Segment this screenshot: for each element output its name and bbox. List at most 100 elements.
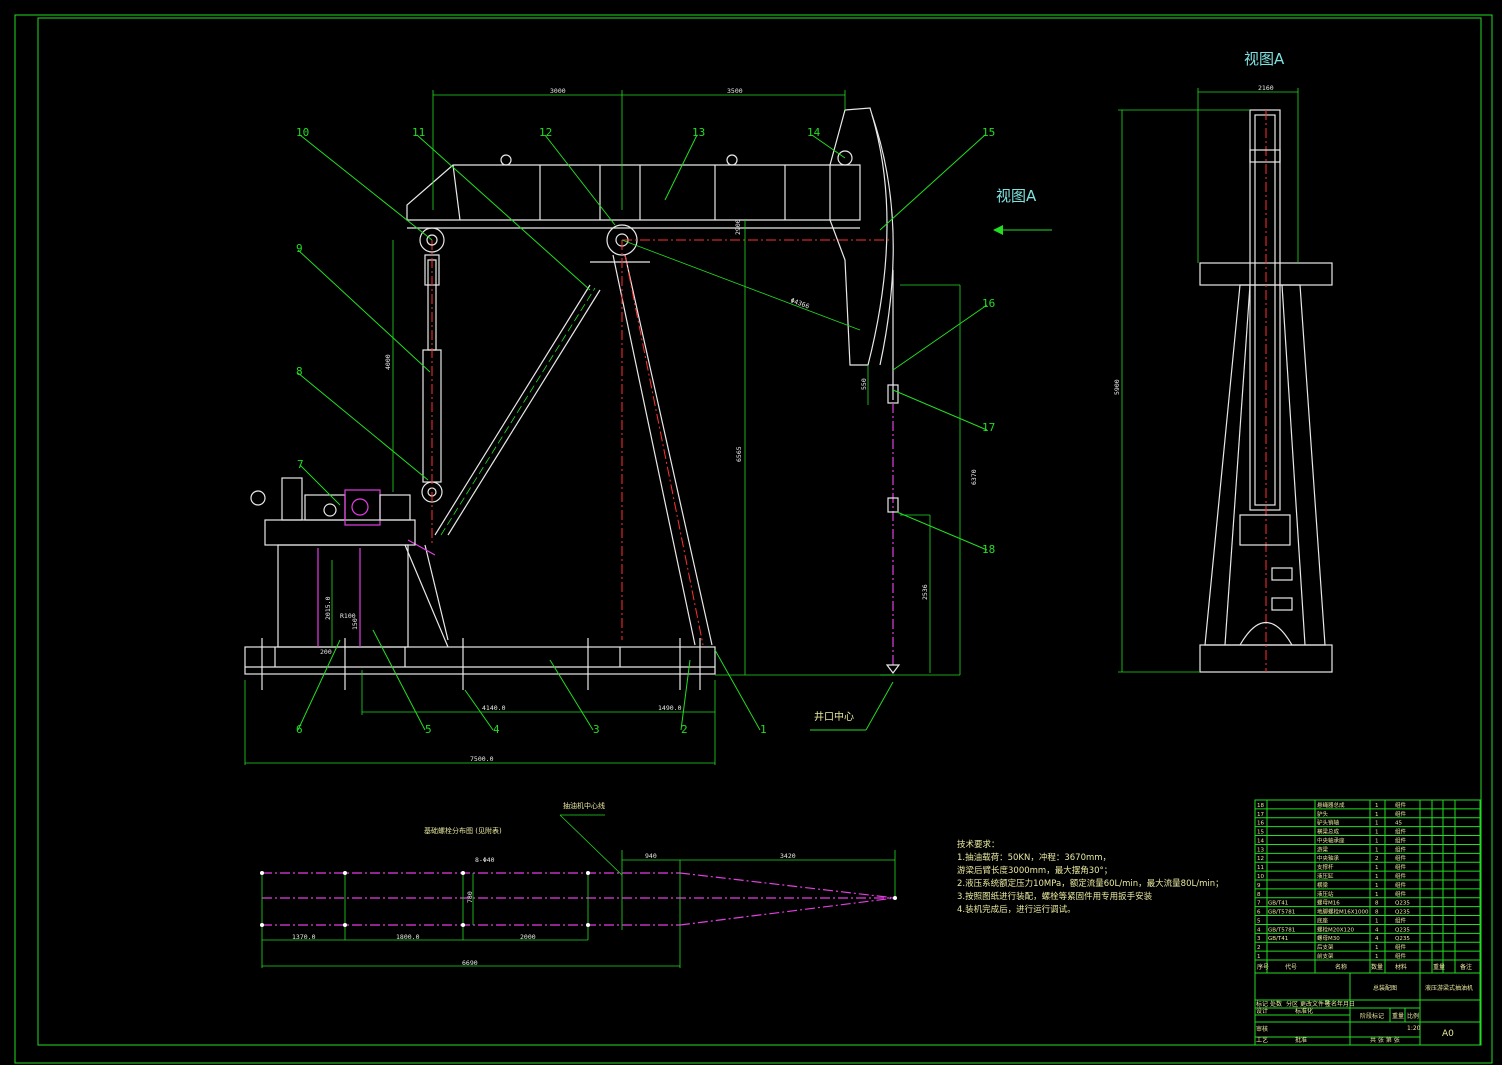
tb-scale: 1:20 [1407, 1025, 1421, 1032]
part-number-6: 6 [296, 723, 303, 736]
hdr-qty: 数量 [1371, 963, 1383, 971]
tb-approve: 批准 [1295, 1036, 1307, 1044]
inner-border [37, 17, 1482, 1046]
bom-row-number: 12 [1257, 856, 1264, 862]
dim-5900: 5900 [1113, 379, 1121, 395]
bom-row-qty: 1 [1375, 883, 1379, 889]
bom-row-code: GB/T41 [1268, 936, 1288, 942]
bom-row-material: Q235 [1395, 927, 1410, 933]
hdr-weight: 重量 [1433, 963, 1445, 971]
bom-row-name: 悬绳器总成 [1317, 801, 1345, 809]
bom-row-number: 13 [1257, 847, 1264, 853]
tech-req-line-5: 4.装机完成后，进行运行调试。 [957, 904, 1076, 915]
bom-row-qty: 8 [1375, 901, 1379, 907]
tb-sheets: 共 张 第 张 [1370, 1036, 1400, 1044]
part-number-9: 9 [296, 242, 303, 255]
bom-row-code: GB/T5781 [1268, 927, 1295, 933]
bom-row-number: 8 [1257, 892, 1261, 898]
part-number-16: 16 [982, 297, 995, 310]
assembly-label: 总装配图 [1373, 984, 1397, 992]
dim-8-phi40: 8-Φ40 [475, 856, 495, 864]
dim-150: 150 [351, 618, 359, 630]
bom-row-qty: 1 [1375, 803, 1379, 809]
tb-process: 工艺 [1256, 1036, 1268, 1044]
side-view-title: 视图A [1244, 50, 1285, 68]
tb-standard: 标准化 [1295, 1007, 1313, 1015]
bom-row-name: 游梁 [1317, 845, 1329, 853]
hdr-name: 名称 [1335, 963, 1347, 971]
bom-row-code: GB/T41 [1268, 901, 1288, 907]
bom-row-qty: 8 [1375, 910, 1379, 916]
tb-check: 审核 [1256, 1025, 1268, 1033]
bom-row-number: 11 [1257, 865, 1264, 871]
bom-row-name: 螺母M16 [1317, 899, 1340, 907]
horse-head [829, 107, 894, 366]
bom-row-qty: 1 [1375, 918, 1379, 924]
drawing-title: 液压游梁式抽油机 [1425, 984, 1473, 992]
foundation-note: 基础螺栓分布图 (见附表) [424, 826, 502, 835]
leader-lines [297, 134, 988, 731]
dim-200: 200 [320, 648, 332, 656]
bom-row-name: 前支架 [1317, 952, 1334, 960]
tb-sign: 签名 [1325, 1000, 1337, 1008]
bom-row-name: 后支架 [1317, 943, 1334, 951]
bom-row-name: 支撑杆 [1317, 863, 1334, 871]
bom-row-name: 驴头 [1317, 810, 1329, 818]
walking-beam [406, 154, 861, 229]
bom-row-material: Q235 [1395, 901, 1410, 907]
tech-req-line-1: 1.抽油载荷：50KN，冲程：3670mm， [957, 852, 1111, 863]
tb-design: 设计 [1256, 1007, 1268, 1015]
part-number-8: 8 [296, 365, 303, 378]
bom-row-qty: 1 [1375, 954, 1379, 960]
tb-sheet-size: A0 [1442, 1029, 1454, 1039]
bom-row-name: 中央轴承 [1317, 854, 1340, 862]
dim-6370: 6370 [970, 469, 978, 485]
bom-row-material: 组件 [1395, 828, 1407, 836]
dim-940: 940 [645, 852, 657, 860]
tb-date: 年月日 [1337, 1000, 1355, 1008]
part-number-14: 14 [807, 126, 821, 139]
bom-row-number: 18 [1257, 803, 1264, 809]
base-frame [244, 646, 716, 675]
tech-req-title: 技术要求： [957, 839, 1000, 850]
dim-3420: 3420 [780, 852, 796, 860]
tech-req-line-4: 3.按照图纸进行装配，螺栓等紧固件用专用扳手安装 [957, 891, 1153, 902]
bom-row-qty: 1 [1375, 874, 1379, 880]
bom-row-number: 14 [1257, 838, 1264, 844]
dim-6565: 6565 [735, 446, 743, 462]
part-number-17: 17 [982, 421, 995, 434]
rear-support [277, 544, 409, 648]
tb-zone: 分区 [1286, 1000, 1298, 1008]
hydraulic-cylinder [421, 240, 443, 545]
bom-row-number: 5 [1257, 918, 1261, 924]
hydraulic-station [250, 477, 416, 546]
bom-row-name: 液压站 [1317, 890, 1334, 898]
hdr-code: 代号 [1285, 963, 1297, 971]
bom-row-number: 2 [1257, 945, 1261, 951]
part-number-18: 18 [982, 543, 995, 556]
part-number-5: 5 [425, 723, 432, 736]
tb-ratio: 比例 [1407, 1012, 1419, 1020]
bom-row-number: 4 [1257, 927, 1261, 933]
centerline-note: 抽油机中心线 [563, 801, 605, 810]
bom-row-material: 组件 [1395, 810, 1407, 818]
bom-row-qty: 1 [1375, 830, 1379, 836]
side-view-a [1199, 109, 1333, 673]
hdr-no: 序号 [1257, 963, 1269, 971]
bom-row-number: 17 [1257, 812, 1264, 818]
bom-row-material: 组件 [1395, 872, 1407, 880]
side-view-dimensions [1118, 88, 1299, 673]
bom-row-number: 15 [1257, 830, 1264, 836]
bom-row-number: 1 [1257, 954, 1261, 960]
part-number-7: 7 [297, 458, 304, 471]
bom-row-qty: 4 [1375, 936, 1379, 942]
hdr-note: 备注 [1460, 963, 1472, 971]
bom-row-material: 组件 [1395, 890, 1407, 898]
arrow-head-icon [993, 225, 1003, 235]
bom-row-name: 中央轴承座 [1317, 836, 1345, 844]
dim-1490: 1490.0 [658, 704, 682, 712]
bom-row-qty: 1 [1375, 847, 1379, 853]
dim-2000: 2000 [520, 933, 536, 941]
tb-mark: 标记 [1256, 1000, 1268, 1008]
bom-row-qty: 1 [1375, 945, 1379, 951]
